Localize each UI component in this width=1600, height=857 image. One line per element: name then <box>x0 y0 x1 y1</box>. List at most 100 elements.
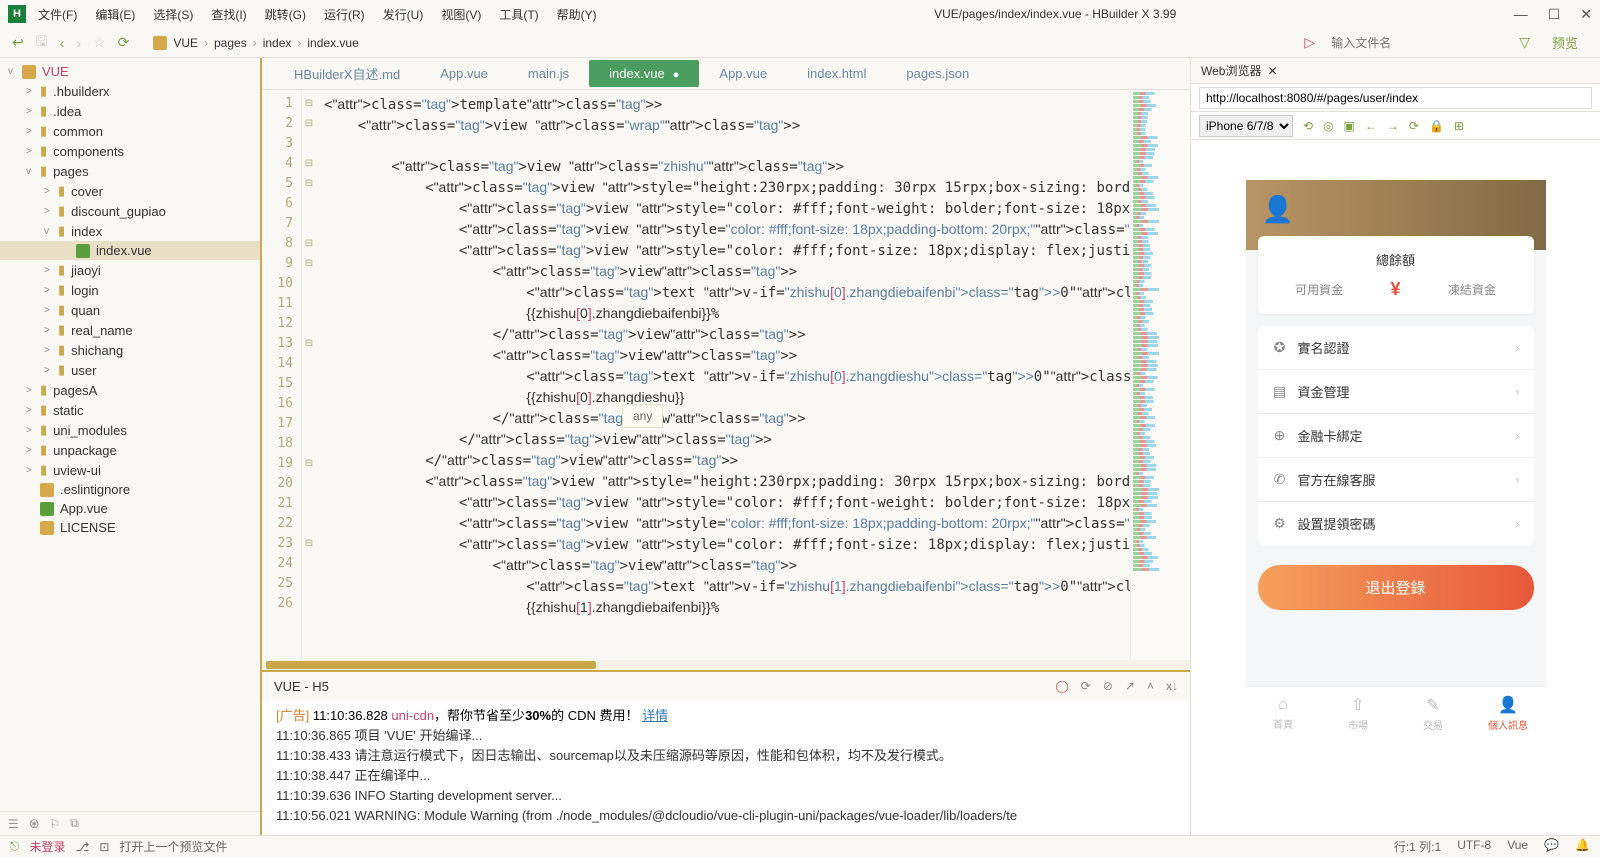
rotate-icon[interactable]: ⟲ <box>1303 119 1313 133</box>
device-select[interactable]: iPhone 6/7/8 <box>1199 115 1293 137</box>
tab-close-icon[interactable]: ● <box>673 69 680 81</box>
nav-forward-icon[interactable]: › <box>76 35 81 51</box>
editor-tab[interactable]: index.html <box>787 60 886 87</box>
menu-item[interactable]: 编辑(E) <box>95 6 135 23</box>
refresh-icon[interactable]: ⟳ <box>118 34 130 51</box>
lock-icon[interactable]: 🔒 <box>1429 119 1444 133</box>
menu-item[interactable]: 视图(V) <box>441 6 481 23</box>
preview-tab-close-icon[interactable]: ✕ <box>1267 64 1277 78</box>
tree-item[interactable]: >▮discount_gupiao <box>0 201 260 221</box>
tree-item[interactable]: >▮uni_modules <box>0 420 260 440</box>
preview-tab-label[interactable]: Web浏览器 <box>1201 62 1261 79</box>
cursor-position[interactable]: 行:1 列:1 <box>1394 838 1441 855</box>
messages-icon[interactable]: 💬 <box>1544 838 1559 855</box>
tree-item[interactable]: .eslintignore <box>0 480 260 499</box>
tree-item[interactable]: v▮pages <box>0 161 260 181</box>
menu-item[interactable]: 跳转(G) <box>265 6 306 23</box>
breadcrumb-item[interactable]: pages <box>214 36 247 50</box>
encoding-label[interactable]: UTF-8 <box>1457 838 1491 855</box>
tree-item[interactable]: >▮unpackage <box>0 440 260 460</box>
menu-item[interactable]: 工具(T) <box>499 6 538 23</box>
link-icon[interactable]: ⧉ <box>70 816 79 831</box>
tree-item[interactable]: >▮quan <box>0 300 260 320</box>
menu-item[interactable]: 文件(F) <box>38 6 77 23</box>
terminal-icon[interactable]: ↩ <box>12 34 24 51</box>
maximize-button[interactable]: ☐ <box>1548 6 1561 23</box>
nav-forward-preview-icon[interactable]: → <box>1387 119 1399 133</box>
tree-item[interactable]: v▮index <box>0 221 260 241</box>
tabbar-item[interactable]: ⌂首頁 <box>1246 687 1321 740</box>
console-close-icon[interactable]: x↓ <box>1166 679 1178 693</box>
tree-item[interactable]: >▮user <box>0 360 260 380</box>
tabbar-item[interactable]: ⇧市場 <box>1321 687 1396 740</box>
list-view-icon[interactable]: ☰ <box>8 817 19 831</box>
menu-item[interactable]: 运行(R) <box>324 6 365 23</box>
console-collapse-icon[interactable]: ˄ <box>1147 679 1154 693</box>
flag-icon[interactable]: ⚐ <box>50 817 61 831</box>
bike-icon[interactable]: ♼ <box>29 817 40 831</box>
screenshot-icon[interactable]: ▣ <box>1344 119 1355 133</box>
sync-icon[interactable]: ⎋ <box>10 839 20 854</box>
console-clear-icon[interactable]: ⊘ <box>1103 679 1113 693</box>
editor-tab[interactable]: main.js <box>508 60 589 87</box>
tree-item[interactable]: >▮real_name <box>0 320 260 340</box>
tree-item[interactable]: >▮components <box>0 141 260 161</box>
language-label[interactable]: Vue <box>1507 838 1528 855</box>
tabbar-item[interactable]: 👤個人訊息 <box>1471 687 1546 740</box>
logout-button[interactable]: 退出登錄 <box>1258 565 1534 610</box>
editor-tab[interactable]: App.vue <box>699 60 787 87</box>
user-menu-item[interactable]: ✆官方在線客服› <box>1258 458 1534 502</box>
user-menu-item[interactable]: ⊕金融卡綁定› <box>1258 414 1534 458</box>
star-icon[interactable]: ☆ <box>93 34 106 51</box>
login-status[interactable]: 未登录 <box>30 838 66 855</box>
console-export-icon[interactable]: ↗ <box>1125 679 1135 693</box>
qr-icon[interactable]: ⊞ <box>1454 119 1464 133</box>
save-icon[interactable]: 🖫 <box>36 31 48 55</box>
tree-root[interactable]: v VUE <box>0 62 260 81</box>
breadcrumb-item[interactable]: index.vue <box>307 36 358 50</box>
branch-icon[interactable]: ⎇ <box>76 840 90 854</box>
console-output[interactable]: [广告] 11:10:36.828 uni-cdn，帮你节省至少30%的 CDN… <box>262 700 1190 835</box>
menu-item[interactable]: 选择(S) <box>153 6 193 23</box>
tree-item[interactable]: App.vue <box>0 499 260 518</box>
console-stop-icon[interactable]: ◯ <box>1055 679 1068 693</box>
tree-item[interactable]: >▮.hbuilderx <box>0 81 260 101</box>
tree-item[interactable]: >▮uview-ui <box>0 460 260 480</box>
tree-item[interactable]: LICENSE <box>0 518 260 537</box>
filter-icon[interactable]: ▽ <box>1519 34 1530 51</box>
tabbar-item[interactable]: ✎交易 <box>1396 687 1471 740</box>
minimize-button[interactable]: — <box>1514 6 1528 23</box>
tree-item[interactable]: index.vue <box>0 241 260 260</box>
tree-item[interactable]: >▮.idea <box>0 101 260 121</box>
run-icon[interactable]: ▷ <box>1304 34 1315 51</box>
tree-item[interactable]: >▮pagesA <box>0 380 260 400</box>
reload-preview-icon[interactable]: ⟳ <box>1409 119 1419 133</box>
breadcrumb-item[interactable]: VUE <box>173 36 198 50</box>
tree-item[interactable]: >▮jiaoyi <box>0 260 260 280</box>
preview-button[interactable]: 预览 <box>1542 31 1588 54</box>
editor-tab[interactable]: App.vue <box>420 60 508 87</box>
tab-icon[interactable]: ⊡ <box>99 840 109 854</box>
tree-item[interactable]: >▮login <box>0 280 260 300</box>
close-button[interactable]: ✕ <box>1580 6 1592 23</box>
breadcrumb-item[interactable]: index <box>263 36 292 50</box>
minimap[interactable] <box>1130 90 1190 660</box>
user-menu-item[interactable]: ▤資金管理› <box>1258 370 1534 414</box>
file-search-input[interactable] <box>1327 32 1507 54</box>
nav-back-preview-icon[interactable]: ← <box>1365 119 1377 133</box>
avatar-icon[interactable]: 👤 <box>1262 194 1294 225</box>
tree-item[interactable]: >▮static <box>0 400 260 420</box>
bell-icon[interactable]: 🔔 <box>1575 838 1590 855</box>
target-icon[interactable]: ◎ <box>1323 119 1333 133</box>
console-rerun-icon[interactable]: ⟳ <box>1081 679 1091 693</box>
menu-item[interactable]: 发行(U) <box>383 6 424 23</box>
editor-h-scrollbar[interactable] <box>262 660 1190 670</box>
preview-url-input[interactable] <box>1199 87 1592 109</box>
editor-tab[interactable]: index.vue● <box>589 60 699 87</box>
menu-item[interactable]: 帮助(Y) <box>557 6 597 23</box>
tree-item[interactable]: >▮cover <box>0 181 260 201</box>
editor-tab[interactable]: HBuilderX自述.md <box>274 58 420 89</box>
code-editor[interactable]: <"attr">class="tag">template"attr">class… <box>316 90 1130 660</box>
editor-tab[interactable]: pages.json <box>886 60 989 87</box>
user-menu-item[interactable]: ⚙設置提領密碼› <box>1258 502 1534 545</box>
